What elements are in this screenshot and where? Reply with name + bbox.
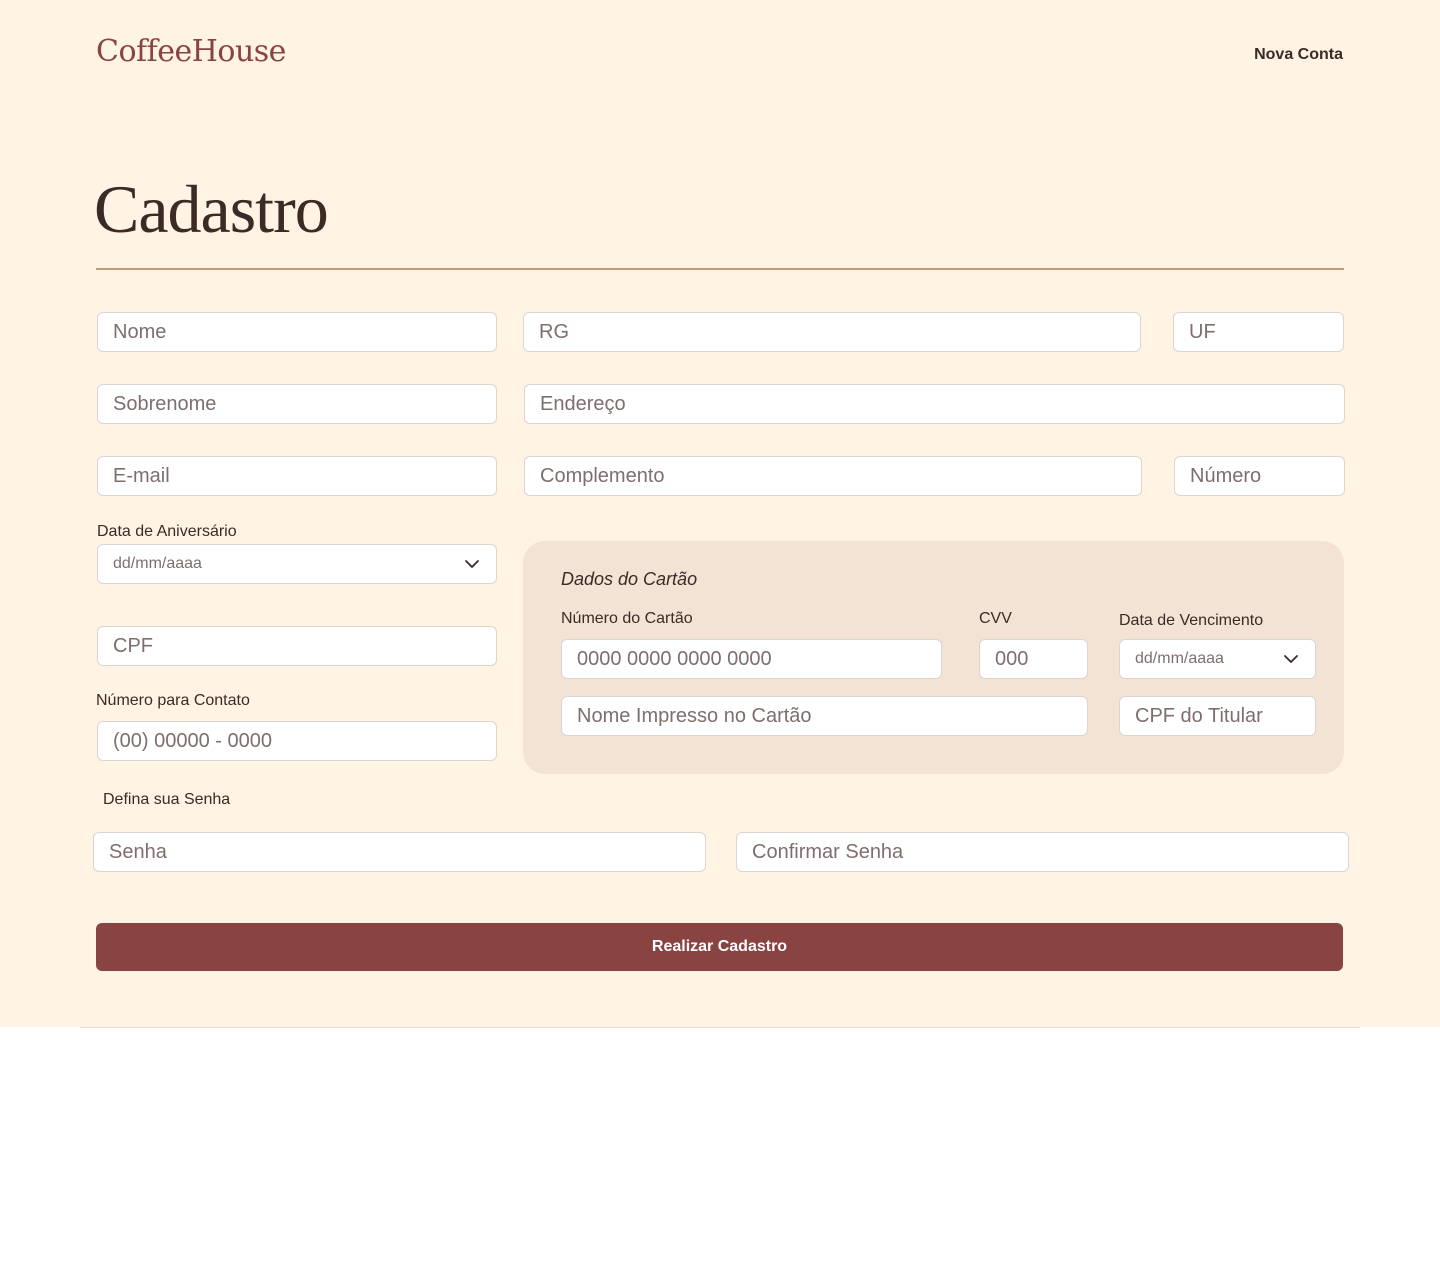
expiry-placeholder: dd/mm/aaaa: [1135, 650, 1224, 667]
title-divider: [96, 268, 1344, 270]
logo[interactable]: CoffeeHouse: [96, 34, 286, 69]
uf-input[interactable]: [1173, 312, 1344, 352]
rg-input[interactable]: [523, 312, 1141, 352]
complemento-input[interactable]: [524, 456, 1142, 496]
password-input[interactable]: [93, 832, 706, 872]
card-section-title: Dados do Cartão: [561, 569, 698, 589]
chevron-down-icon: [465, 560, 479, 568]
card-number-label: Número do Cartão: [561, 610, 693, 627]
contact-phone-input[interactable]: [97, 721, 497, 761]
birthday-date-picker[interactable]: dd/mm/aaaa: [97, 544, 497, 584]
endereco-input[interactable]: [524, 384, 1345, 424]
nova-conta-link[interactable]: Nova Conta: [1254, 46, 1343, 64]
password-section-label: Defina sua Senha: [103, 791, 231, 808]
cvv-input[interactable]: [979, 639, 1088, 679]
page-background: [0, 0, 1440, 1027]
numero-input[interactable]: [1174, 456, 1345, 496]
nome-input[interactable]: [97, 312, 497, 352]
cvv-label: CVV: [979, 610, 1012, 627]
confirm-password-input[interactable]: [736, 832, 1349, 872]
cpf-input[interactable]: [97, 626, 497, 666]
birthday-placeholder: dd/mm/aaaa: [113, 555, 202, 572]
expiry-date-picker[interactable]: dd/mm/aaaa: [1119, 639, 1316, 679]
card-number-input[interactable]: [561, 639, 942, 679]
sobrenome-input[interactable]: [97, 384, 497, 424]
card-name-input[interactable]: [561, 696, 1088, 736]
contact-label: Número para Contato: [96, 692, 250, 709]
email-input[interactable]: [97, 456, 497, 496]
holder-cpf-input[interactable]: [1119, 696, 1316, 736]
birthday-label: Data de Aniversário: [97, 523, 237, 540]
chevron-down-icon: [1284, 655, 1298, 663]
submit-button[interactable]: Realizar Cadastro: [96, 923, 1343, 971]
footer-divider: [80, 1027, 1360, 1028]
page-title: Cadastro: [94, 171, 329, 247]
expiry-label: Data de Vencimento: [1119, 612, 1264, 629]
